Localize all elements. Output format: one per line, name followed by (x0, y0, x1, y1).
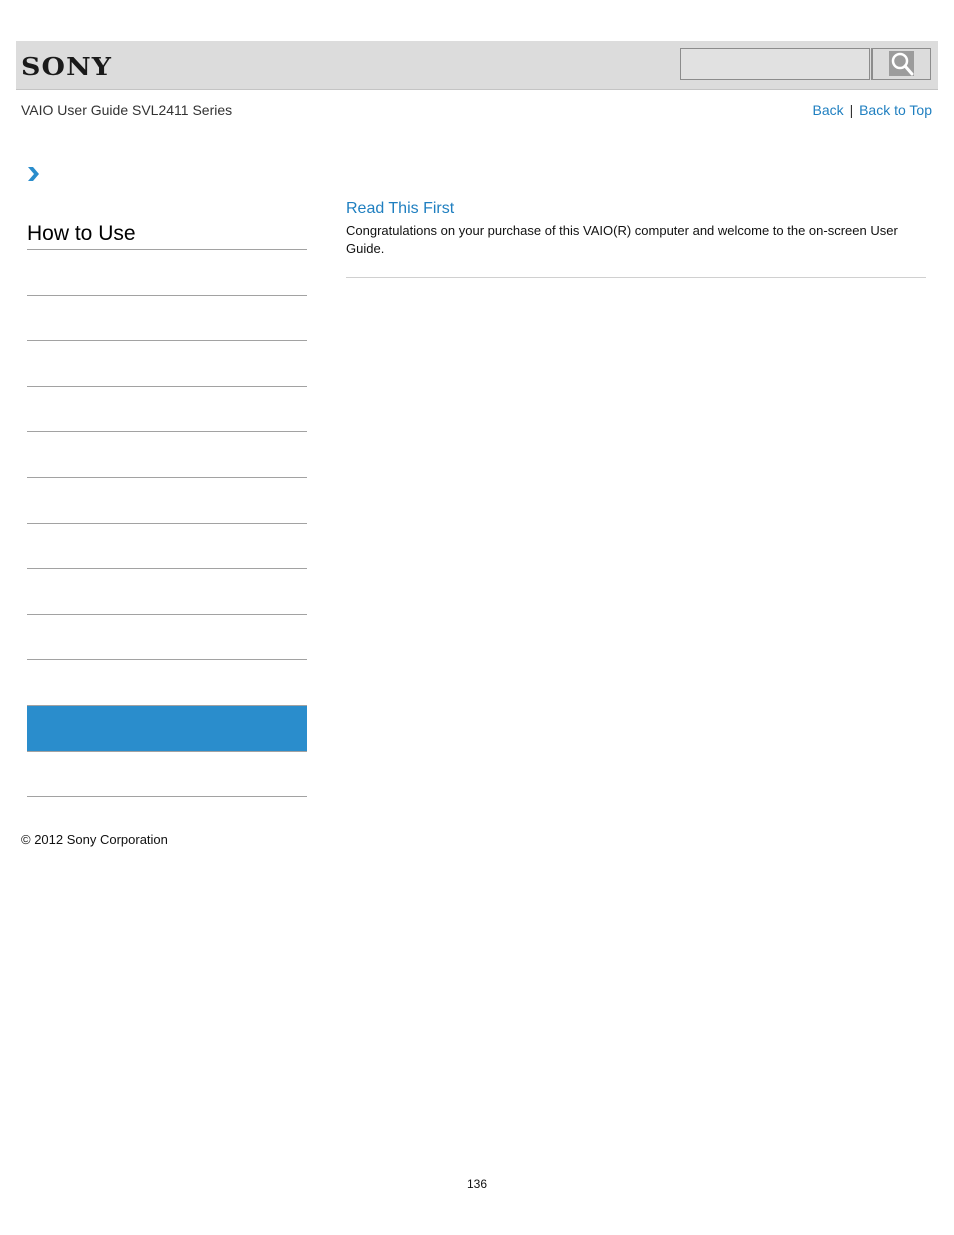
sidebar-item[interactable] (27, 250, 307, 295)
sidebar-item[interactable] (27, 569, 307, 614)
chevron-right-icon[interactable] (27, 166, 41, 182)
sidebar-item[interactable] (27, 660, 307, 705)
content-divider (346, 277, 926, 278)
back-to-top-link[interactable]: Back to Top (859, 102, 932, 118)
sidebar-divider (27, 796, 307, 797)
entry-description: Congratulations on your purchase of this… (346, 223, 898, 256)
search-input[interactable] (680, 48, 870, 80)
magnifier-icon (889, 51, 914, 76)
sidebar-title: How to Use (27, 222, 136, 245)
guide-title: VAIO User Guide SVL2411 Series (21, 102, 233, 118)
sidebar-item-active[interactable] (27, 706, 307, 751)
sidebar-item[interactable] (27, 296, 307, 341)
back-link[interactable]: Back (813, 102, 844, 118)
sony-logo: SONY (21, 52, 113, 81)
sidebar-item[interactable] (27, 478, 307, 523)
page-number: 136 (466, 1177, 488, 1191)
top-links: Back | Back to Top (813, 102, 932, 118)
copyright: © 2012 Sony Corporation (21, 832, 168, 847)
entry-title-link[interactable]: Read This First (346, 200, 926, 218)
header-bar: SONY (16, 41, 938, 90)
sidebar-item[interactable] (27, 524, 307, 569)
sidebar-item[interactable] (27, 387, 307, 432)
sidebar-item[interactable] (27, 752, 307, 797)
search-button[interactable] (871, 48, 931, 80)
sidebar-item[interactable] (27, 615, 307, 660)
sidebar-item[interactable] (27, 432, 307, 477)
main-content: Read This First Congratulations on your … (346, 200, 926, 258)
sidebar-item[interactable] (27, 341, 307, 386)
link-separator: | (849, 102, 854, 118)
